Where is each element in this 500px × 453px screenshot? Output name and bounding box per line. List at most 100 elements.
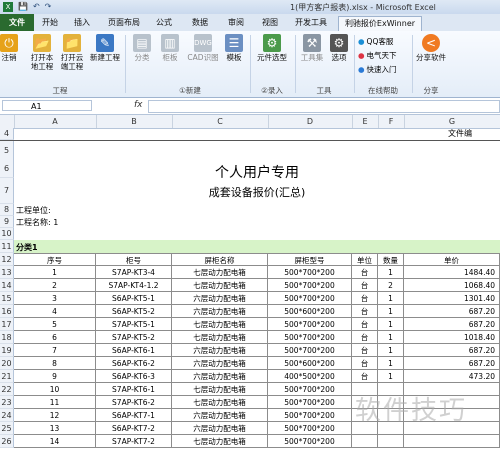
- cabinet-board-button[interactable]: ▥ 柜板: [158, 34, 182, 62]
- table-cell[interactable]: [352, 435, 378, 448]
- table-cell[interactable]: 七层动力配电箱: [172, 396, 268, 409]
- table-cell[interactable]: 4: [14, 305, 96, 318]
- table-cell[interactable]: S6AP-KT6-2: [96, 357, 172, 370]
- toolset-button[interactable]: ⚒ 工具集: [298, 34, 326, 62]
- table-cell[interactable]: 12: [14, 409, 96, 422]
- row-header[interactable]: 15: [0, 292, 14, 305]
- select-all-corner[interactable]: [0, 115, 15, 128]
- table-cell[interactable]: 六层动力配电箱: [172, 422, 268, 435]
- table-cell[interactable]: 六层动力配电箱: [172, 409, 268, 422]
- table-cell[interactable]: 500*700*200: [268, 331, 352, 344]
- table-cell[interactable]: S6AP-KT5-2: [96, 305, 172, 318]
- table-cell[interactable]: 500*700*200: [268, 422, 352, 435]
- fx-icon[interactable]: fx: [134, 100, 143, 110]
- table-cell[interactable]: 473.20: [404, 370, 500, 383]
- table-cell[interactable]: S7AP-KT7-2: [96, 435, 172, 448]
- save-icon[interactable]: 💾: [18, 2, 28, 12]
- table-cell[interactable]: 500*700*200: [268, 318, 352, 331]
- header-cell[interactable]: 数量: [378, 253, 404, 266]
- undo-icon[interactable]: ↶: [33, 2, 40, 12]
- tab-exwinner[interactable]: 利驰报价ExWinner: [338, 16, 422, 31]
- table-cell[interactable]: 1018.40: [404, 331, 500, 344]
- redo-icon[interactable]: ↷: [45, 2, 52, 12]
- table-cell[interactable]: [404, 435, 500, 448]
- tab-page-layout[interactable]: 页面布局: [104, 16, 144, 30]
- table-cell[interactable]: 500*600*200: [268, 357, 352, 370]
- row-header[interactable]: 12: [0, 253, 14, 266]
- table-cell[interactable]: S7AP-KT6-2: [96, 396, 172, 409]
- formula-input[interactable]: [148, 100, 500, 113]
- table-cell[interactable]: S7AP-KT5-1: [96, 318, 172, 331]
- tab-home[interactable]: 开始: [38, 16, 62, 30]
- row-header[interactable]: 10: [0, 228, 14, 240]
- tab-insert[interactable]: 插入: [70, 16, 94, 30]
- row-header[interactable]: 17: [0, 318, 14, 331]
- column-header-f[interactable]: F: [378, 115, 405, 128]
- header-cell[interactable]: 柜号: [96, 253, 172, 266]
- template-button[interactable]: ☰ 模板: [222, 34, 246, 62]
- table-cell[interactable]: 500*700*200: [268, 292, 352, 305]
- table-cell[interactable]: 七层动力配电箱: [172, 279, 268, 292]
- row-header[interactable]: 18: [0, 331, 14, 344]
- row-header[interactable]: 5: [0, 141, 14, 161]
- table-cell[interactable]: 500*700*200: [268, 435, 352, 448]
- table-cell[interactable]: 台: [352, 292, 378, 305]
- table-cell[interactable]: 七层动力配电箱: [172, 383, 268, 396]
- table-cell[interactable]: 1: [378, 331, 404, 344]
- table-cell[interactable]: 6: [14, 331, 96, 344]
- table-cell[interactable]: 1: [378, 357, 404, 370]
- table-cell[interactable]: 400*500*200: [268, 370, 352, 383]
- table-cell[interactable]: S7AP-KT5-2: [96, 331, 172, 344]
- logout-button[interactable]: ⏻ 注销: [0, 34, 18, 62]
- table-cell[interactable]: 687.20: [404, 305, 500, 318]
- table-cell[interactable]: 687.20: [404, 357, 500, 370]
- table-cell[interactable]: 1068.40: [404, 279, 500, 292]
- table-cell[interactable]: 1: [378, 318, 404, 331]
- name-box[interactable]: A1: [2, 100, 92, 111]
- table-cell[interactable]: 687.20: [404, 318, 500, 331]
- table-cell[interactable]: 7: [14, 344, 96, 357]
- table-cell[interactable]: 500*700*200: [268, 279, 352, 292]
- table-cell[interactable]: S6AP-KT6-1: [96, 344, 172, 357]
- table-cell[interactable]: 1: [378, 370, 404, 383]
- component-selection-button[interactable]: ⚙ 元件选型: [254, 34, 290, 62]
- table-cell[interactable]: 七层动力配电箱: [172, 318, 268, 331]
- table-cell[interactable]: 500*700*200: [268, 409, 352, 422]
- header-cell[interactable]: 单位: [352, 253, 378, 266]
- column-header-g[interactable]: G: [404, 115, 500, 128]
- row-header[interactable]: 13: [0, 266, 14, 279]
- table-cell[interactable]: 1: [378, 305, 404, 318]
- row-header[interactable]: 6: [0, 160, 14, 178]
- header-cell[interactable]: 单价: [404, 253, 500, 266]
- table-cell[interactable]: 500*700*200: [268, 266, 352, 279]
- table-cell[interactable]: S6AP-KT6-3: [96, 370, 172, 383]
- table-cell[interactable]: 1: [14, 266, 96, 279]
- row-header[interactable]: 26: [0, 435, 14, 448]
- table-cell[interactable]: 六层动力配电箱: [172, 292, 268, 305]
- new-project-button[interactable]: ✎ 新建工程: [88, 34, 122, 62]
- table-cell[interactable]: 1: [378, 292, 404, 305]
- row-header[interactable]: 4: [0, 128, 14, 140]
- row-header[interactable]: 14: [0, 279, 14, 292]
- table-cell[interactable]: S7AP-KT6-1: [96, 383, 172, 396]
- header-cell[interactable]: 屏柜型号: [268, 253, 352, 266]
- table-cell[interactable]: 1484.40: [404, 266, 500, 279]
- share-software-button[interactable]: < 分享软件: [414, 34, 448, 62]
- tab-data[interactable]: 数据: [188, 16, 212, 30]
- table-cell[interactable]: 2: [14, 279, 96, 292]
- header-cell[interactable]: 屏柜名称: [172, 253, 268, 266]
- table-cell[interactable]: S7AP-KT3-4: [96, 266, 172, 279]
- table-cell[interactable]: 台: [352, 318, 378, 331]
- table-cell[interactable]: 七层动力配电箱: [172, 266, 268, 279]
- table-cell[interactable]: 1: [378, 266, 404, 279]
- row-header[interactable]: 8: [0, 204, 14, 216]
- qq-support-link[interactable]: ● QQ客服: [358, 36, 393, 47]
- tab-review[interactable]: 审阅: [224, 16, 248, 30]
- electric-world-link[interactable]: ● 电气天下: [358, 50, 397, 61]
- table-cell[interactable]: 台: [352, 344, 378, 357]
- table-cell[interactable]: 9: [14, 370, 96, 383]
- table-cell[interactable]: 11: [14, 396, 96, 409]
- row-header[interactable]: 19: [0, 344, 14, 357]
- row-header[interactable]: 7: [0, 178, 14, 204]
- table-cell[interactable]: 台: [352, 370, 378, 383]
